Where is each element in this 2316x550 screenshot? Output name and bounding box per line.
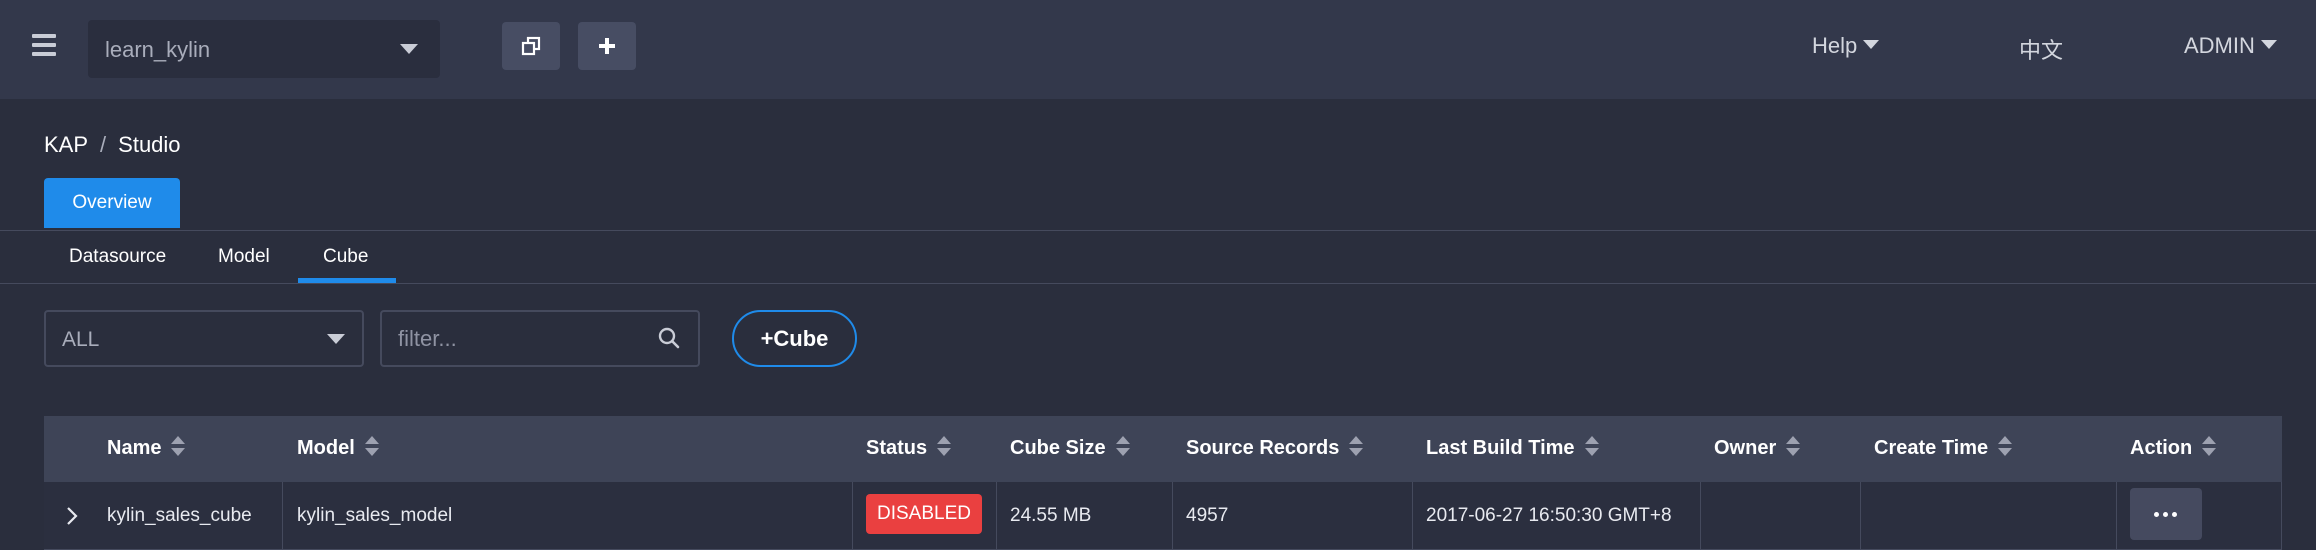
cell-model: kylin_sales_model [297,505,453,526]
sort-icon[interactable] [937,436,952,456]
column-header-action[interactable]: Action [2130,436,2217,460]
column-divider [1172,482,1173,550]
subtab-model[interactable]: Model [218,246,270,268]
cell-cube-size: 24.55 MB [1010,505,1092,526]
status-badge: DISABLED [866,494,982,534]
help-menu[interactable]: Help [1812,33,1880,59]
subtab-datasource[interactable]: Datasource [69,246,166,268]
table-header: Name Model Status Cube Size Source Recor… [44,416,2282,482]
column-header-name[interactable]: Name [107,436,186,460]
copy-button[interactable] [502,22,560,70]
add-project-button[interactable] [578,22,636,70]
language-label: 中文 [2019,38,2064,63]
project-select[interactable]: learn_kylin [88,20,440,78]
caret-down-icon [2260,40,2277,49]
sort-icon[interactable] [1998,436,2013,456]
action-button[interactable] [2130,488,2202,540]
sort-icon[interactable] [1786,436,1801,456]
user-label: ADMIN [2184,33,2255,58]
cell-last-build-time: 2017-06-27 16:50:30 GMT+8 [1426,505,1672,526]
plus-icon [599,38,615,54]
sort-icon[interactable] [1115,436,1130,456]
breadcrumb-root[interactable]: KAP [44,132,88,157]
column-divider [1700,482,1701,550]
chevron-right-icon[interactable] [66,506,78,526]
sort-icon[interactable] [364,436,379,456]
column-divider [1860,482,1861,550]
sort-icon[interactable] [1349,436,1364,456]
column-divider [2281,482,2282,550]
add-cube-button[interactable]: +Cube [732,310,857,367]
column-divider [996,482,997,550]
chevron-down-icon [400,44,418,54]
divider [0,283,2316,284]
status-filter-select[interactable]: ALL [44,310,364,367]
caret-down-icon [1863,40,1880,49]
search-input[interactable] [380,310,700,367]
column-header-source-records[interactable]: Source Records [1186,436,1364,460]
breadcrumb-separator: / [100,132,107,157]
top-navbar: learn_kylin Help 中文 ADMIN [0,0,2316,99]
user-menu[interactable]: ADMIN [2184,33,2277,59]
cell-source-records: 4957 [1186,505,1229,526]
project-select-value: learn_kylin [105,37,211,62]
column-divider [2116,482,2117,550]
column-header-owner[interactable]: Owner [1714,436,1801,460]
tab-overview[interactable]: Overview [44,178,180,228]
column-header-model[interactable]: Model [297,436,379,460]
language-switch[interactable]: 中文 [2019,33,2063,65]
sort-icon[interactable] [1584,436,1599,456]
chevron-down-icon [327,334,345,344]
breadcrumb: KAP / Studio [44,132,181,158]
sort-icon[interactable] [171,436,186,456]
breadcrumb-current: Studio [118,132,181,157]
column-header-cube-size[interactable]: Cube Size [1010,436,1130,460]
table-row[interactable]: kylin_sales_cube kylin_sales_model DISAB… [44,482,2282,550]
column-divider [282,482,283,550]
help-label: Help [1812,33,1858,58]
cell-name[interactable]: kylin_sales_cube [107,505,252,527]
status-filter-value: ALL [62,328,100,351]
copy-icon [521,36,541,56]
column-divider [1412,482,1413,550]
divider [0,230,2316,231]
column-divider [852,482,853,550]
sort-icon[interactable] [2202,436,2217,456]
column-header-status[interactable]: Status [866,436,952,460]
cube-table: Name Model Status Cube Size Source Recor… [44,416,2282,550]
subtab-cube[interactable]: Cube [323,246,368,268]
column-header-last-build-time[interactable]: Last Build Time [1426,436,1599,460]
hamburger-icon[interactable] [32,34,56,56]
column-header-create-time[interactable]: Create Time [1874,436,2013,460]
search-icon[interactable] [658,327,680,349]
